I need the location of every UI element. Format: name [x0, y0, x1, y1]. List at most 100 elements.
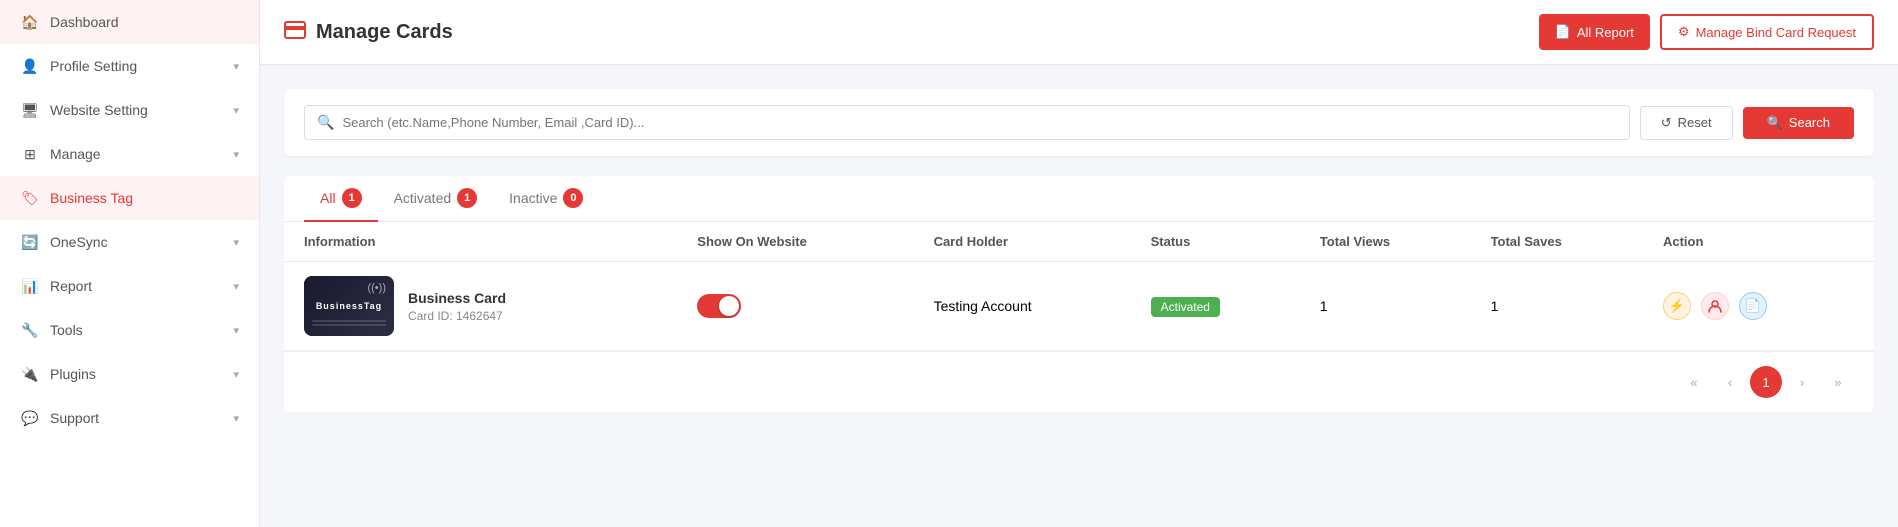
all-report-button[interactable]: 📄 All Report	[1539, 14, 1650, 50]
wifi-icon: ((•))	[367, 282, 386, 294]
report-icon: 📄	[1555, 24, 1571, 40]
tabs-table-container: All 1 Activated 1 Inactive 0 Informa	[284, 176, 1874, 412]
sidebar-label-business-tag: Business Tag	[50, 190, 133, 206]
gear-icon: ⚙	[1678, 24, 1690, 40]
tab-all[interactable]: All 1	[304, 176, 378, 222]
tabs-bar: All 1 Activated 1 Inactive 0	[284, 176, 1874, 222]
support-icon: 💬	[20, 408, 40, 428]
sync-icon: 🔄	[20, 232, 40, 252]
profile-icon: 👤	[20, 56, 40, 76]
cell-card-holder: Testing Account	[918, 262, 1135, 351]
col-total-saves: Total Saves	[1475, 222, 1647, 262]
col-show-on-website: Show On Website	[681, 222, 917, 262]
tab-activated[interactable]: Activated 1	[378, 176, 494, 222]
card-info: ((•)) BusinessTag	[304, 276, 665, 336]
table-wrap: Information Show On Website Card Holder …	[284, 222, 1874, 412]
cell-action: ⚡ 📄	[1647, 262, 1874, 351]
sidebar-item-manage[interactable]: ⊞ Manage ▾	[0, 132, 259, 176]
main-content: Manage Cards 📄 All Report ⚙ Manage Bind …	[260, 0, 1898, 527]
manage-cards-icon	[284, 21, 306, 44]
report-icon: 📊	[20, 276, 40, 296]
chevron-icon: ▾	[233, 236, 239, 249]
sidebar-item-business-tag[interactable]: 🏷 Business Tag	[0, 176, 259, 220]
status-badge: Activated	[1151, 297, 1220, 317]
sidebar-label-support: Support	[50, 410, 99, 426]
plugins-icon: 🔌	[20, 364, 40, 384]
sidebar-item-report[interactable]: 📊 Report ▾	[0, 264, 259, 308]
chevron-icon: ▾	[233, 412, 239, 425]
cards-table: Information Show On Website Card Holder …	[284, 222, 1874, 351]
header-buttons: 📄 All Report ⚙ Manage Bind Card Request	[1539, 14, 1874, 50]
table-header-row: Information Show On Website Card Holder …	[284, 222, 1874, 262]
chevron-icon: ▾	[233, 148, 239, 161]
pagination: « ‹ 1 › »	[284, 351, 1874, 412]
col-action: Action	[1647, 222, 1874, 262]
search-button[interactable]: 🔍 Search	[1743, 107, 1854, 139]
col-information: Information	[284, 222, 681, 262]
card-logo: BusinessTag	[316, 301, 382, 311]
table-row: ((•)) BusinessTag	[284, 262, 1874, 351]
action-icons: ⚡ 📄	[1663, 292, 1858, 320]
search-icon: 🔍	[317, 114, 334, 131]
cell-status: Activated	[1135, 262, 1304, 351]
sidebar-label-tools: Tools	[50, 322, 83, 338]
chevron-icon: ▾	[233, 280, 239, 293]
tab-inactive[interactable]: Inactive 0	[493, 176, 599, 222]
sidebar-label-manage: Manage	[50, 146, 101, 162]
cell-total-views: 1	[1304, 262, 1475, 351]
sidebar-label-onesync: OneSync	[50, 234, 108, 250]
sidebar-item-support[interactable]: 💬 Support ▾	[0, 396, 259, 440]
pagination-next-button[interactable]: ›	[1786, 366, 1818, 398]
tools-icon: 🔧	[20, 320, 40, 340]
sidebar-item-onesync[interactable]: 🔄 OneSync ▾	[0, 220, 259, 264]
sidebar-label-website: Website Setting	[50, 102, 148, 118]
sidebar-label-dashboard: Dashboard	[50, 14, 119, 30]
reset-icon: ↺	[1661, 115, 1672, 131]
card-thumbnail: ((•)) BusinessTag	[304, 276, 394, 336]
sidebar-label-plugins: Plugins	[50, 366, 96, 382]
tab-inactive-badge: 0	[563, 188, 583, 208]
sidebar-item-profile-setting[interactable]: 👤 Profile Setting ▾	[0, 44, 259, 88]
sidebar-label-report: Report	[50, 278, 92, 294]
content-area: 🔍 ↺ Reset 🔍 Search All 1 Activated	[260, 65, 1898, 436]
pagination-prev-button[interactable]: ‹	[1714, 366, 1746, 398]
col-status: Status	[1135, 222, 1304, 262]
bolt-action-button[interactable]: ⚡	[1663, 292, 1691, 320]
tab-all-badge: 1	[342, 188, 362, 208]
col-card-holder: Card Holder	[918, 222, 1135, 262]
monitor-icon: 🖥	[20, 100, 40, 120]
user-action-button[interactable]	[1701, 292, 1729, 320]
cell-total-saves: 1	[1475, 262, 1647, 351]
sidebar-label-profile: Profile Setting	[50, 58, 137, 74]
reset-button[interactable]: ↺ Reset	[1640, 106, 1733, 140]
toggle-knob	[719, 296, 739, 316]
total-saves-value: 1	[1491, 298, 1499, 314]
sidebar: 🏠 Dashboard 👤 Profile Setting ▾ 🖥 Websit…	[0, 0, 260, 527]
page-header: Manage Cards 📄 All Report ⚙ Manage Bind …	[260, 0, 1898, 65]
sidebar-item-website-setting[interactable]: 🖥 Website Setting ▾	[0, 88, 259, 132]
home-icon: 🏠	[20, 12, 40, 32]
pagination-last-button[interactable]: »	[1822, 366, 1854, 398]
chevron-icon: ▾	[233, 60, 239, 73]
manage-bind-card-button[interactable]: ⚙ Manage Bind Card Request	[1660, 14, 1874, 50]
search-input[interactable]	[342, 115, 1616, 130]
page-title-wrap: Manage Cards	[284, 21, 453, 44]
manage-icon: ⊞	[20, 144, 40, 164]
cell-information: ((•)) BusinessTag	[284, 262, 681, 351]
search-input-wrap[interactable]: 🔍	[304, 105, 1630, 140]
page-title: Manage Cards	[316, 21, 453, 44]
tag-icon: 🏷	[20, 188, 40, 208]
pagination-first-button[interactable]: «	[1678, 366, 1710, 398]
doc-action-button[interactable]: 📄	[1739, 292, 1767, 320]
card-id: Card ID: 1462647	[408, 309, 506, 323]
show-on-website-toggle[interactable]	[697, 294, 741, 318]
sidebar-item-dashboard[interactable]: 🏠 Dashboard	[0, 0, 259, 44]
card-holder-name: Testing Account	[934, 298, 1032, 314]
tab-activated-badge: 1	[457, 188, 477, 208]
sidebar-item-tools[interactable]: 🔧 Tools ▾	[0, 308, 259, 352]
col-total-views: Total Views	[1304, 222, 1475, 262]
pagination-page-1-button[interactable]: 1	[1750, 366, 1782, 398]
search-btn-icon: 🔍	[1767, 115, 1783, 131]
chevron-icon: ▾	[233, 324, 239, 337]
sidebar-item-plugins[interactable]: 🔌 Plugins ▾	[0, 352, 259, 396]
